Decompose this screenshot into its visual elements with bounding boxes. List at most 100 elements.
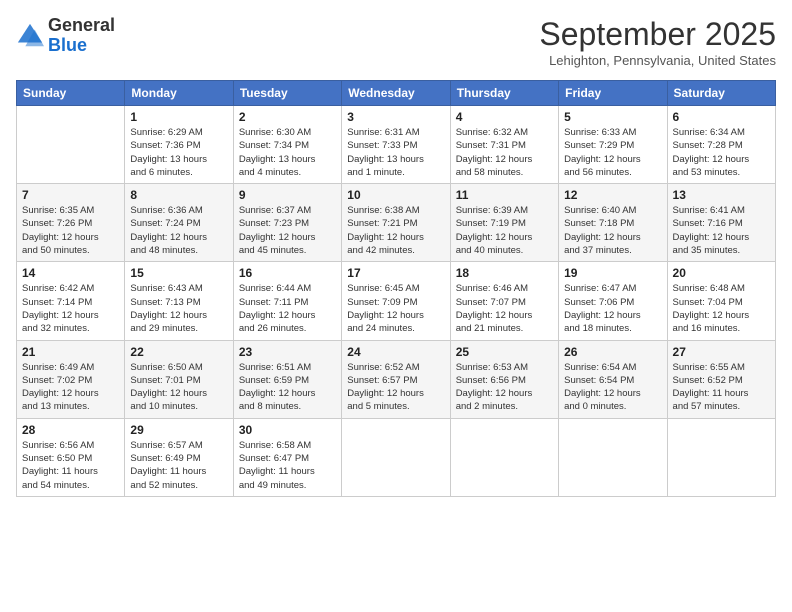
day-info: Sunrise: 6:44 AMSunset: 7:11 PMDaylight:… — [239, 282, 336, 335]
day-info: Sunrise: 6:54 AMSunset: 6:54 PMDaylight:… — [564, 361, 661, 414]
day-info: Sunrise: 6:46 AMSunset: 7:07 PMDaylight:… — [456, 282, 553, 335]
calendar-cell: 11 Sunrise: 6:39 AMSunset: 7:19 PMDayligh… — [450, 184, 558, 262]
day-info: Sunrise: 6:48 AMSunset: 7:04 PMDaylight:… — [673, 282, 770, 335]
calendar-cell: 18 Sunrise: 6:46 AMSunset: 7:07 PMDayligh… — [450, 262, 558, 340]
day-info: Sunrise: 6:56 AMSunset: 6:50 PMDaylight:… — [22, 439, 119, 492]
logo-blue-text: Blue — [48, 35, 87, 55]
day-number: 2 — [239, 110, 336, 124]
calendar-cell — [17, 106, 125, 184]
weekday-header-thursday: Thursday — [450, 81, 558, 106]
calendar-cell: 5 Sunrise: 6:33 AMSunset: 7:29 PMDaylight… — [559, 106, 667, 184]
day-number: 9 — [239, 188, 336, 202]
logo-icon — [16, 22, 44, 50]
day-number: 28 — [22, 423, 119, 437]
day-info: Sunrise: 6:45 AMSunset: 7:09 PMDaylight:… — [347, 282, 444, 335]
day-number: 15 — [130, 266, 227, 280]
day-info: Sunrise: 6:55 AMSunset: 6:52 PMDaylight:… — [673, 361, 770, 414]
day-info: Sunrise: 6:37 AMSunset: 7:23 PMDaylight:… — [239, 204, 336, 257]
day-number: 13 — [673, 188, 770, 202]
day-info: Sunrise: 6:39 AMSunset: 7:19 PMDaylight:… — [456, 204, 553, 257]
calendar-cell — [559, 418, 667, 496]
calendar-cell: 30Sunrise: 6:58 AMSunset: 6:47 PMDayligh… — [233, 418, 341, 496]
title-block: September 2025 Lehighton, Pennsylvania, … — [539, 16, 776, 68]
calendar-cell: 29 Sunrise: 6:57 AMSunset: 6:49 PMDayligh… — [125, 418, 233, 496]
week-row-3: 14 Sunrise: 6:42 AMSunset: 7:14 PMDayligh… — [17, 262, 776, 340]
calendar-cell — [450, 418, 558, 496]
day-number: 1 — [130, 110, 227, 124]
day-number: 17 — [347, 266, 444, 280]
day-info: Sunrise: 6:40 AMSunset: 7:18 PMDaylight:… — [564, 204, 661, 257]
day-info: Sunrise: 6:32 AMSunset: 7:31 PMDaylight:… — [456, 126, 553, 179]
calendar-table: SundayMondayTuesdayWednesdayThursdayFrid… — [16, 80, 776, 497]
calendar-cell: 7 Sunrise: 6:35 AMSunset: 7:26 PMDaylight… — [17, 184, 125, 262]
day-number: 11 — [456, 188, 553, 202]
day-info: Sunrise: 6:30 AMSunset: 7:34 PMDaylight:… — [239, 126, 336, 179]
day-number: 22 — [130, 345, 227, 359]
calendar-cell: 27 Sunrise: 6:55 AMSunset: 6:52 PMDayligh… — [667, 340, 775, 418]
calendar-cell: 2 Sunrise: 6:30 AMSunset: 7:34 PMDaylight… — [233, 106, 341, 184]
logo: General Blue — [16, 16, 115, 56]
weekday-header-tuesday: Tuesday — [233, 81, 341, 106]
day-number: 30 — [239, 423, 336, 437]
calendar-cell: 22 Sunrise: 6:50 AMSunset: 7:01 PMDayligh… — [125, 340, 233, 418]
calendar-cell: 10 Sunrise: 6:38 AMSunset: 7:21 PMDayligh… — [342, 184, 450, 262]
calendar-cell: 1 Sunrise: 6:29 AMSunset: 7:36 PMDaylight… — [125, 106, 233, 184]
calendar-cell: 23 Sunrise: 6:51 AMSunset: 6:59 PMDayligh… — [233, 340, 341, 418]
day-info: Sunrise: 6:38 AMSunset: 7:21 PMDaylight:… — [347, 204, 444, 257]
day-number: 18 — [456, 266, 553, 280]
calendar-cell — [342, 418, 450, 496]
day-number: 4 — [456, 110, 553, 124]
calendar-cell: 20 Sunrise: 6:48 AMSunset: 7:04 PMDayligh… — [667, 262, 775, 340]
day-number: 26 — [564, 345, 661, 359]
day-number: 27 — [673, 345, 770, 359]
day-number: 6 — [673, 110, 770, 124]
page-header: General Blue September 2025 Lehighton, P… — [16, 16, 776, 68]
day-info: Sunrise: 6:43 AMSunset: 7:13 PMDaylight:… — [130, 282, 227, 335]
day-info: Sunrise: 6:52 AMSunset: 6:57 PMDaylight:… — [347, 361, 444, 414]
day-number: 8 — [130, 188, 227, 202]
day-info: Sunrise: 6:50 AMSunset: 7:01 PMDaylight:… — [130, 361, 227, 414]
day-info: Sunrise: 6:34 AMSunset: 7:28 PMDaylight:… — [673, 126, 770, 179]
day-info: Sunrise: 6:31 AMSunset: 7:33 PMDaylight:… — [347, 126, 444, 179]
calendar-cell: 19Sunrise: 6:47 AMSunset: 7:06 PMDayligh… — [559, 262, 667, 340]
day-number: 29 — [130, 423, 227, 437]
week-row-5: 28 Sunrise: 6:56 AMSunset: 6:50 PMDayligh… — [17, 418, 776, 496]
day-info: Sunrise: 6:49 AMSunset: 7:02 PMDaylight:… — [22, 361, 119, 414]
calendar-cell: 28 Sunrise: 6:56 AMSunset: 6:50 PMDayligh… — [17, 418, 125, 496]
day-info: Sunrise: 6:57 AMSunset: 6:49 PMDaylight:… — [130, 439, 227, 492]
day-number: 7 — [22, 188, 119, 202]
weekday-header-friday: Friday — [559, 81, 667, 106]
day-info: Sunrise: 6:36 AMSunset: 7:24 PMDaylight:… — [130, 204, 227, 257]
day-number: 25 — [456, 345, 553, 359]
week-row-4: 21 Sunrise: 6:49 AMSunset: 7:02 PMDayligh… — [17, 340, 776, 418]
calendar-cell — [667, 418, 775, 496]
calendar-cell: 14 Sunrise: 6:42 AMSunset: 7:14 PMDayligh… — [17, 262, 125, 340]
day-number: 3 — [347, 110, 444, 124]
calendar-cell: 16Sunrise: 6:44 AMSunset: 7:11 PMDayligh… — [233, 262, 341, 340]
weekday-header-row: SundayMondayTuesdayWednesdayThursdayFrid… — [17, 81, 776, 106]
week-row-1: 1 Sunrise: 6:29 AMSunset: 7:36 PMDaylight… — [17, 106, 776, 184]
day-number: 24 — [347, 345, 444, 359]
day-info: Sunrise: 6:33 AMSunset: 7:29 PMDaylight:… — [564, 126, 661, 179]
weekday-header-monday: Monday — [125, 81, 233, 106]
calendar-cell: 8 Sunrise: 6:36 AMSunset: 7:24 PMDaylight… — [125, 184, 233, 262]
day-number: 10 — [347, 188, 444, 202]
day-info: Sunrise: 6:42 AMSunset: 7:14 PMDaylight:… — [22, 282, 119, 335]
day-info: Sunrise: 6:53 AMSunset: 6:56 PMDaylight:… — [456, 361, 553, 414]
calendar-cell: 9 Sunrise: 6:37 AMSunset: 7:23 PMDaylight… — [233, 184, 341, 262]
week-row-2: 7 Sunrise: 6:35 AMSunset: 7:26 PMDaylight… — [17, 184, 776, 262]
weekday-header-saturday: Saturday — [667, 81, 775, 106]
day-info: Sunrise: 6:41 AMSunset: 7:16 PMDaylight:… — [673, 204, 770, 257]
logo-general-text: General — [48, 15, 115, 35]
day-number: 14 — [22, 266, 119, 280]
calendar-cell: 3 Sunrise: 6:31 AMSunset: 7:33 PMDaylight… — [342, 106, 450, 184]
day-info: Sunrise: 6:35 AMSunset: 7:26 PMDaylight:… — [22, 204, 119, 257]
day-number: 20 — [673, 266, 770, 280]
day-number: 19 — [564, 266, 661, 280]
day-info: Sunrise: 6:29 AMSunset: 7:36 PMDaylight:… — [130, 126, 227, 179]
day-number: 23 — [239, 345, 336, 359]
day-info: Sunrise: 6:51 AMSunset: 6:59 PMDaylight:… — [239, 361, 336, 414]
month-title: September 2025 — [539, 16, 776, 53]
day-number: 21 — [22, 345, 119, 359]
day-number: 5 — [564, 110, 661, 124]
